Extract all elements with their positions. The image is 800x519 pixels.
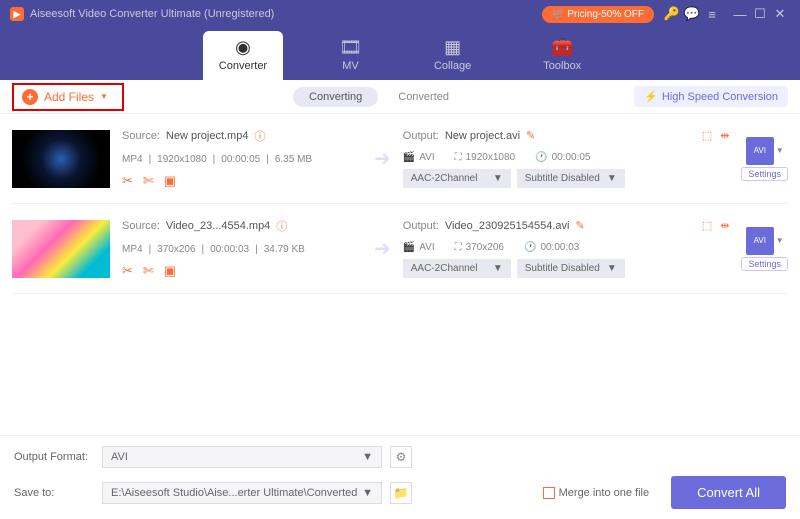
merge-checkbox[interactable]: Merge into one file [543, 487, 650, 499]
adjust-icon[interactable]: ⇹ [720, 219, 729, 232]
checkbox-icon [543, 487, 555, 499]
thumbnail[interactable] [12, 130, 110, 188]
rename-icon[interactable]: ✎ [526, 129, 535, 142]
video-icon: 🎬 [403, 152, 415, 163]
file-list: Source: New project.mp4 ⓘ MP4| 1920x1080… [0, 114, 800, 435]
tab-converter[interactable]: ◉Converter [203, 31, 283, 80]
resolution-icon: ⛶ [455, 242, 462, 253]
footer: Output Format: AVI▼ ⚙ Save to: E:\Aisees… [0, 435, 800, 519]
maximize-icon[interactable]: ☐ [750, 4, 770, 24]
source-label: Source: [122, 130, 160, 142]
edit-icon[interactable]: ✄ [143, 173, 154, 189]
chevron-down-icon: ▼ [776, 236, 784, 245]
source-column: Source: Video_23...4554.mp4 ⓘ MP4| 370x2… [122, 218, 362, 279]
titlebar: ▶ Aiseesoft Video Converter Ultimate (Un… [0, 0, 800, 28]
output-column: Output: Video_230925154554.avi ✎ ⬚ ⇹ 🎬AV… [403, 219, 730, 278]
chevron-down-icon: ▼ [607, 173, 617, 184]
plus-icon: + [22, 89, 38, 105]
source-meta: MP4| 370x206| 00:00:03| 34.79 KB [122, 244, 362, 255]
edit-icon[interactable]: ✄ [143, 263, 154, 279]
format-selector[interactable]: AVI ▼ [746, 137, 784, 165]
list-item: Source: New project.mp4 ⓘ MP4| 1920x1080… [12, 114, 788, 204]
add-files-button[interactable]: + Add Files ▼ [12, 83, 124, 111]
output-label: Output: [403, 130, 439, 142]
video-icon: 🎬 [403, 242, 415, 253]
minimize-icon[interactable]: — [730, 4, 750, 24]
toolbox-icon: 🧰 [551, 37, 573, 58]
adjust-icon[interactable]: ⇹ [720, 129, 729, 142]
chevron-down-icon: ▼ [607, 263, 617, 274]
lightning-icon: ⚡ [644, 90, 658, 103]
format-badge-icon: AVI [746, 227, 774, 255]
close-icon[interactable]: ✕ [770, 4, 790, 24]
source-label: Source: [122, 220, 160, 232]
rename-icon[interactable]: ✎ [575, 219, 584, 232]
tab-toolbox[interactable]: 🧰Toolbox [527, 31, 597, 80]
source-filename: Video_23...4554.mp4 [166, 220, 270, 232]
pricing-button[interactable]: 🛒 Pricing-50% OFF [542, 6, 654, 23]
output-label: Output: [403, 220, 439, 232]
app-window: ▶ Aiseesoft Video Converter Ultimate (Un… [0, 0, 800, 519]
output-filename: Video_230925154554.avi [445, 220, 570, 232]
feedback-icon[interactable]: 💬 [682, 4, 702, 24]
key-icon[interactable]: 🔑 [662, 4, 682, 24]
main-tabs: ◉Converter 🎞MV ▦Collage 🧰Toolbox [0, 28, 800, 80]
app-logo-icon: ▶ [10, 7, 24, 21]
browse-folder-icon[interactable]: 📁 [390, 482, 412, 504]
subtitle-select[interactable]: Subtitle Disabled▼ [517, 169, 625, 188]
chevron-down-icon: ▼ [776, 146, 784, 155]
chevron-down-icon: ▼ [362, 487, 373, 499]
audio-select[interactable]: AAC-2Channel▼ [403, 259, 511, 278]
compress-icon[interactable]: ⬚ [702, 219, 712, 232]
tab-converting[interactable]: Converting [293, 87, 378, 107]
chevron-down-icon: ▼ [362, 451, 373, 463]
trim-icon[interactable]: ✂ [122, 263, 133, 279]
thumbnail[interactable] [12, 220, 110, 278]
list-item: Source: Video_23...4554.mp4 ⓘ MP4| 370x2… [12, 204, 788, 294]
source-column: Source: New project.mp4 ⓘ MP4| 1920x1080… [122, 128, 362, 189]
tab-converted[interactable]: Converted [382, 87, 465, 107]
chevron-down-icon: ▼ [493, 263, 503, 274]
toolbar: + Add Files ▼ Converting Converted ⚡ Hig… [0, 80, 800, 114]
format-selector[interactable]: AVI ▼ [746, 227, 784, 255]
settings-button[interactable]: Settings [741, 167, 788, 181]
enhance-icon[interactable]: ▣ [164, 173, 176, 189]
save-to-label: Save to: [14, 487, 94, 499]
duration-icon: 🕐 [535, 152, 547, 163]
info-icon[interactable]: ⓘ [254, 128, 265, 144]
subtitle-select[interactable]: Subtitle Disabled▼ [517, 259, 625, 278]
output-filename: New project.avi [445, 130, 520, 142]
tab-mv[interactable]: 🎞MV [323, 31, 378, 80]
chevron-down-icon: ▼ [100, 92, 108, 101]
settings-button[interactable]: Settings [741, 257, 788, 271]
trim-icon[interactable]: ✂ [122, 173, 133, 189]
enhance-icon[interactable]: ▣ [164, 263, 176, 279]
chevron-down-icon: ▼ [493, 173, 503, 184]
output-format-label: Output Format: [14, 451, 94, 463]
source-meta: MP4| 1920x1080| 00:00:05| 6.35 MB [122, 154, 362, 165]
menu-icon[interactable]: ≡ [702, 4, 722, 24]
audio-select[interactable]: AAC-2Channel▼ [403, 169, 511, 188]
duration-icon: 🕐 [524, 242, 536, 253]
mv-icon: 🎞 [339, 37, 362, 58]
output-format-select[interactable]: AVI▼ [102, 446, 382, 468]
format-settings-icon[interactable]: ⚙ [390, 446, 412, 468]
resolution-icon: ⛶ [455, 152, 462, 163]
arrow-icon: ➜ [374, 146, 391, 171]
converter-icon: ◉ [235, 37, 251, 58]
info-icon[interactable]: ⓘ [276, 218, 287, 234]
format-badge-icon: AVI [746, 137, 774, 165]
convert-all-button[interactable]: Convert All [671, 476, 786, 509]
status-tabs: Converting Converted [293, 87, 465, 107]
window-title: Aiseesoft Video Converter Ultimate (Unre… [30, 8, 542, 20]
collage-icon: ▦ [444, 37, 461, 58]
arrow-icon: ➜ [374, 236, 391, 261]
high-speed-conversion-button[interactable]: ⚡ High Speed Conversion [634, 86, 788, 107]
output-column: Output: New project.avi ✎ ⬚ ⇹ 🎬AVI ⛶1920… [403, 129, 730, 188]
source-filename: New project.mp4 [166, 130, 249, 142]
tab-collage[interactable]: ▦Collage [418, 31, 487, 80]
save-to-select[interactable]: E:\Aiseesoft Studio\Aise...erter Ultimat… [102, 482, 382, 504]
compress-icon[interactable]: ⬚ [702, 129, 712, 142]
